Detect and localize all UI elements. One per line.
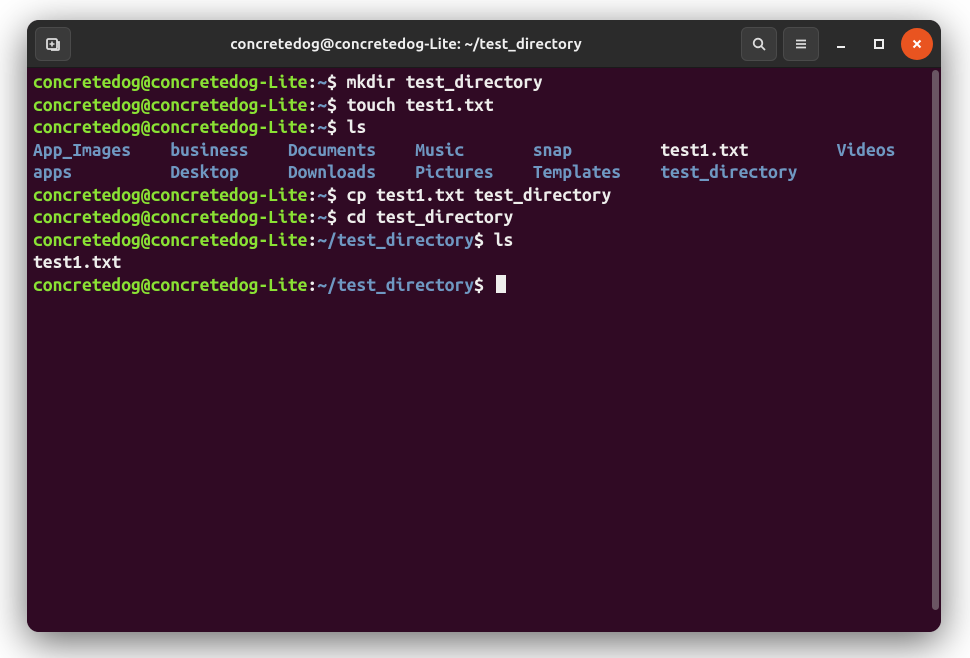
scrollbar-thumb[interactable] <box>932 70 939 610</box>
close-button[interactable] <box>901 28 933 60</box>
close-icon <box>911 38 923 50</box>
new-tab-icon <box>45 36 61 52</box>
minimize-button[interactable] <box>825 28 857 60</box>
window-title: concretedog@concretedog-Lite: ~/test_dir… <box>77 35 735 52</box>
maximize-icon <box>873 38 885 50</box>
menu-button[interactable] <box>783 27 819 61</box>
hamburger-icon <box>793 36 809 52</box>
new-tab-button[interactable] <box>35 27 71 61</box>
titlebar: concretedog@concretedog-Lite: ~/test_dir… <box>27 20 941 68</box>
search-icon <box>751 36 767 52</box>
minimize-icon <box>835 38 847 50</box>
terminal-output[interactable]: concretedog@concretedog-Lite:~$ mkdir te… <box>27 68 931 632</box>
terminal-body[interactable]: concretedog@concretedog-Lite:~$ mkdir te… <box>27 68 941 632</box>
maximize-button[interactable] <box>863 28 895 60</box>
terminal-window: concretedog@concretedog-Lite: ~/test_dir… <box>27 20 941 632</box>
scrollbar[interactable] <box>931 68 941 632</box>
search-button[interactable] <box>741 27 777 61</box>
